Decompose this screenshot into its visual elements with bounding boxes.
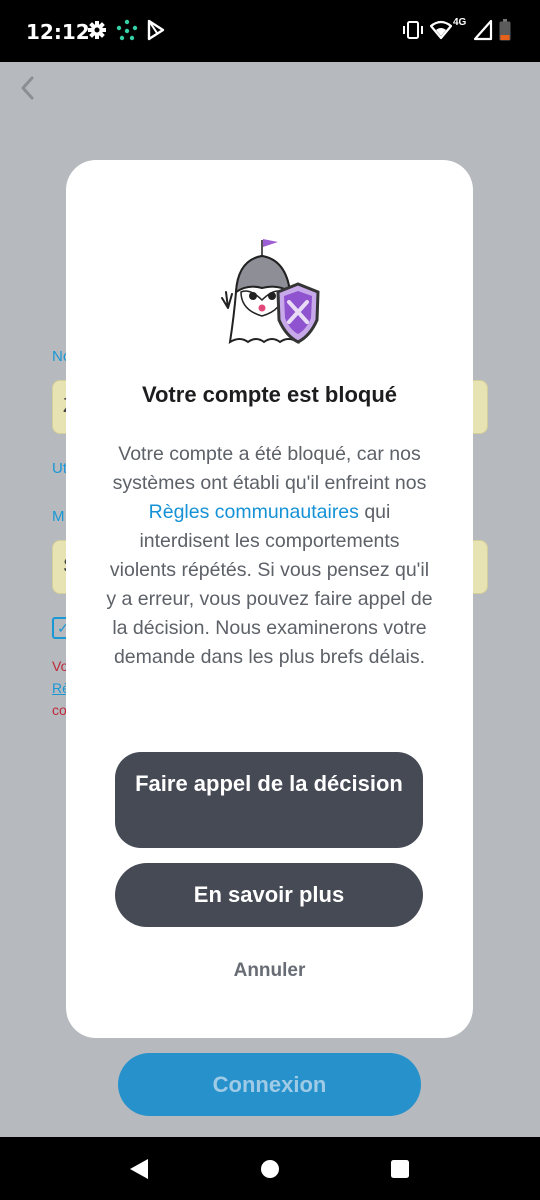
nav-recents-icon[interactable] [390,1159,410,1179]
nav-home-icon[interactable] [260,1159,280,1179]
bg-error-line-3: co [52,702,67,718]
community-guidelines-link[interactable]: Règles communautaires [149,501,359,523]
settings-icon [88,21,106,39]
ghost-knight-icon [221,239,320,344]
dialog-message: Votre compte a été bloqué, car nos systè… [106,440,433,672]
dialog-title: Votre compte est bloqué [141,382,398,407]
status-time: 12:12 [26,20,90,44]
learn-more-button[interactable]: En savoir plus [115,863,423,927]
login-button: Connexion [118,1053,421,1116]
network-label: 4G [453,17,467,28]
signal-icon [473,19,493,41]
navigation-bar [0,1137,540,1200]
dialog-message-part1: Votre compte a été bloqué, car nos systè… [112,443,427,494]
bg-field-label-3: M [52,508,65,525]
status-bar: 12:12 4G [0,0,540,62]
back-icon [21,76,34,100]
account-locked-dialog: Votre compte est bloqué Votre compte a é… [66,160,473,1038]
bg-field-label-2: Ut [52,460,67,477]
appeal-button[interactable]: Faire appel de la décision [115,752,423,848]
dots-icon [116,19,138,41]
dialog-message-part2: qui interdisent les comportements violen… [106,501,433,668]
nav-back-icon[interactable] [128,1158,150,1180]
battery-icon [499,19,511,41]
cancel-button[interactable]: Annuler [66,960,473,982]
wifi-icon [430,20,452,40]
play-store-icon [147,19,165,41]
vibrate-icon [403,21,423,39]
